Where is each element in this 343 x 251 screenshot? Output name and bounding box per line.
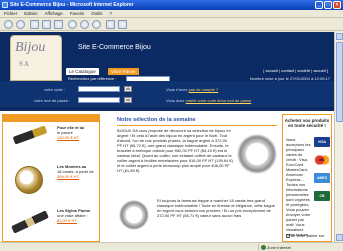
- divider: [0, 107, 334, 111]
- browser-window: Site E-Commerce Bijou - Microsoft Intern…: [0, 0, 343, 251]
- visa-icon: VISA: [314, 137, 330, 147]
- scroll-thumb[interactable]: [336, 42, 343, 122]
- maximize-button[interactable]: □: [324, 1, 332, 9]
- stop-icon[interactable]: [30, 20, 39, 29]
- ie-icon: [2, 2, 8, 8]
- left-promo-column: Pour elle et lui le parure 120.00 € HT L…: [2, 114, 102, 242]
- title-bar: Site E-Commerce Bijou - Microsoft Intern…: [0, 0, 343, 10]
- forward-icon[interactable]: [16, 20, 25, 29]
- search-icon[interactable]: [68, 20, 77, 29]
- page-content: Bijou SA Site E-Commerce Bijou Le Catalo…: [0, 32, 334, 242]
- pens-image: [11, 210, 49, 234]
- refresh-icon[interactable]: [42, 20, 51, 29]
- menu-bar: Fichier Edition Affichage Favoris Outils…: [0, 10, 343, 18]
- menu-edition[interactable]: Edition: [24, 10, 37, 17]
- promo-item[interactable]: Les Montres au 18 carats, à partir de 39…: [5, 162, 99, 202]
- security-zone: Zone Internet: [258, 244, 342, 251]
- back-icon[interactable]: [4, 20, 13, 29]
- pen-image: [12, 125, 48, 145]
- promo-item[interactable]: Pour elle et lui le parure 120.00 € HT: [5, 125, 99, 159]
- code-input[interactable]: [78, 86, 120, 92]
- promo-box: Pour elle et lui le parure 120.00 € HT L…: [2, 121, 100, 242]
- ok-button-2[interactable]: ok: [124, 97, 132, 103]
- selection-title: Notre sélection de la semaine: [117, 117, 196, 123]
- selection-text: BIJOUX SA vous propose de découvrir sa s…: [117, 128, 233, 173]
- site-logo[interactable]: Bijou SA: [10, 35, 62, 81]
- password-label: votre mot de passe :: [34, 98, 71, 103]
- promo-item[interactable]: Les Stylos Plume une vraie affaire : 85.…: [5, 206, 99, 240]
- history-icon[interactable]: [92, 20, 101, 29]
- tab-catalogue[interactable]: Le Catalogue: [66, 68, 99, 75]
- menu-affichage[interactable]: Affichage: [45, 10, 63, 17]
- password-input[interactable]: [78, 97, 120, 103]
- mastercard-icon: MC: [314, 155, 330, 165]
- ring-image-2[interactable]: [119, 200, 149, 230]
- close-button[interactable]: ×: [333, 1, 341, 9]
- favorites-icon[interactable]: [80, 20, 89, 29]
- featured-text: Et toujours la fameuse bague à marcher 1…: [157, 198, 276, 218]
- scroll-down-button[interactable]: [336, 234, 343, 241]
- window-title: Site E-Commerce Bijou - Microsoft Intern…: [10, 2, 134, 8]
- site-title: Site E-Commerce Bijou: [78, 44, 151, 51]
- top-links[interactable]: [ accueil | contact | société | accueil …: [263, 68, 328, 73]
- vertical-scrollbar[interactable]: [334, 32, 343, 242]
- hint-forgot: Vous avez oublié votre code et/ou mot de…: [166, 98, 252, 103]
- weekly-selection: Notre sélection de la semaine BIJOUX SA …: [117, 116, 279, 242]
- forgot-password-link[interactable]: oublié votre code et/ou mot de passe: [186, 98, 252, 103]
- watch-image: [15, 166, 43, 194]
- home-icon[interactable]: [54, 20, 63, 29]
- menu-outils[interactable]: Outils: [91, 10, 102, 17]
- secure-title: Achetez vos produits en toute sécurité !: [284, 118, 330, 128]
- minimize-button[interactable]: _: [315, 1, 323, 9]
- menu-fichier[interactable]: Fichier: [4, 10, 17, 17]
- mail-icon[interactable]: [106, 20, 115, 29]
- toolbar: [0, 18, 343, 31]
- checkbox-icon[interactable]: [286, 233, 290, 238]
- secure-text: Nous acceptons les principaux cartes de …: [286, 137, 311, 237]
- amex-icon: AMEX: [314, 173, 330, 183]
- status-bar: Zone Internet: [0, 242, 343, 251]
- window-controls: _ □ ×: [315, 1, 341, 9]
- title-underline: [117, 125, 277, 126]
- menu-help[interactable]: ?: [110, 10, 112, 17]
- print-icon[interactable]: [118, 20, 127, 29]
- secure-payment-box: Achetez vos produits en toute sécurité !…: [282, 114, 332, 242]
- ring-image[interactable]: [237, 134, 277, 174]
- menu-favoris[interactable]: Favoris: [70, 10, 84, 17]
- panier-checkbox-row[interactable]: de votre panier sur: [286, 233, 324, 238]
- cb-icon: CB: [314, 191, 330, 201]
- ok-button[interactable]: ok: [124, 86, 132, 92]
- promo-header: [2, 114, 100, 121]
- login-form: votre code : ok Vous n'avez pas de compt…: [0, 81, 334, 107]
- globe-icon: [261, 245, 266, 250]
- code-label: votre code :: [44, 87, 65, 92]
- scroll-up-button[interactable]: [336, 33, 343, 40]
- site-banner: Bijou SA Site E-Commerce Bijou Le Catalo…: [0, 32, 334, 81]
- tab-panier[interactable]: Votre Panier: [108, 68, 139, 75]
- create-account-link[interactable]: pas de compte ?: [189, 87, 219, 92]
- hint-no-account: Vous n'avez pas de compte ?: [166, 87, 219, 92]
